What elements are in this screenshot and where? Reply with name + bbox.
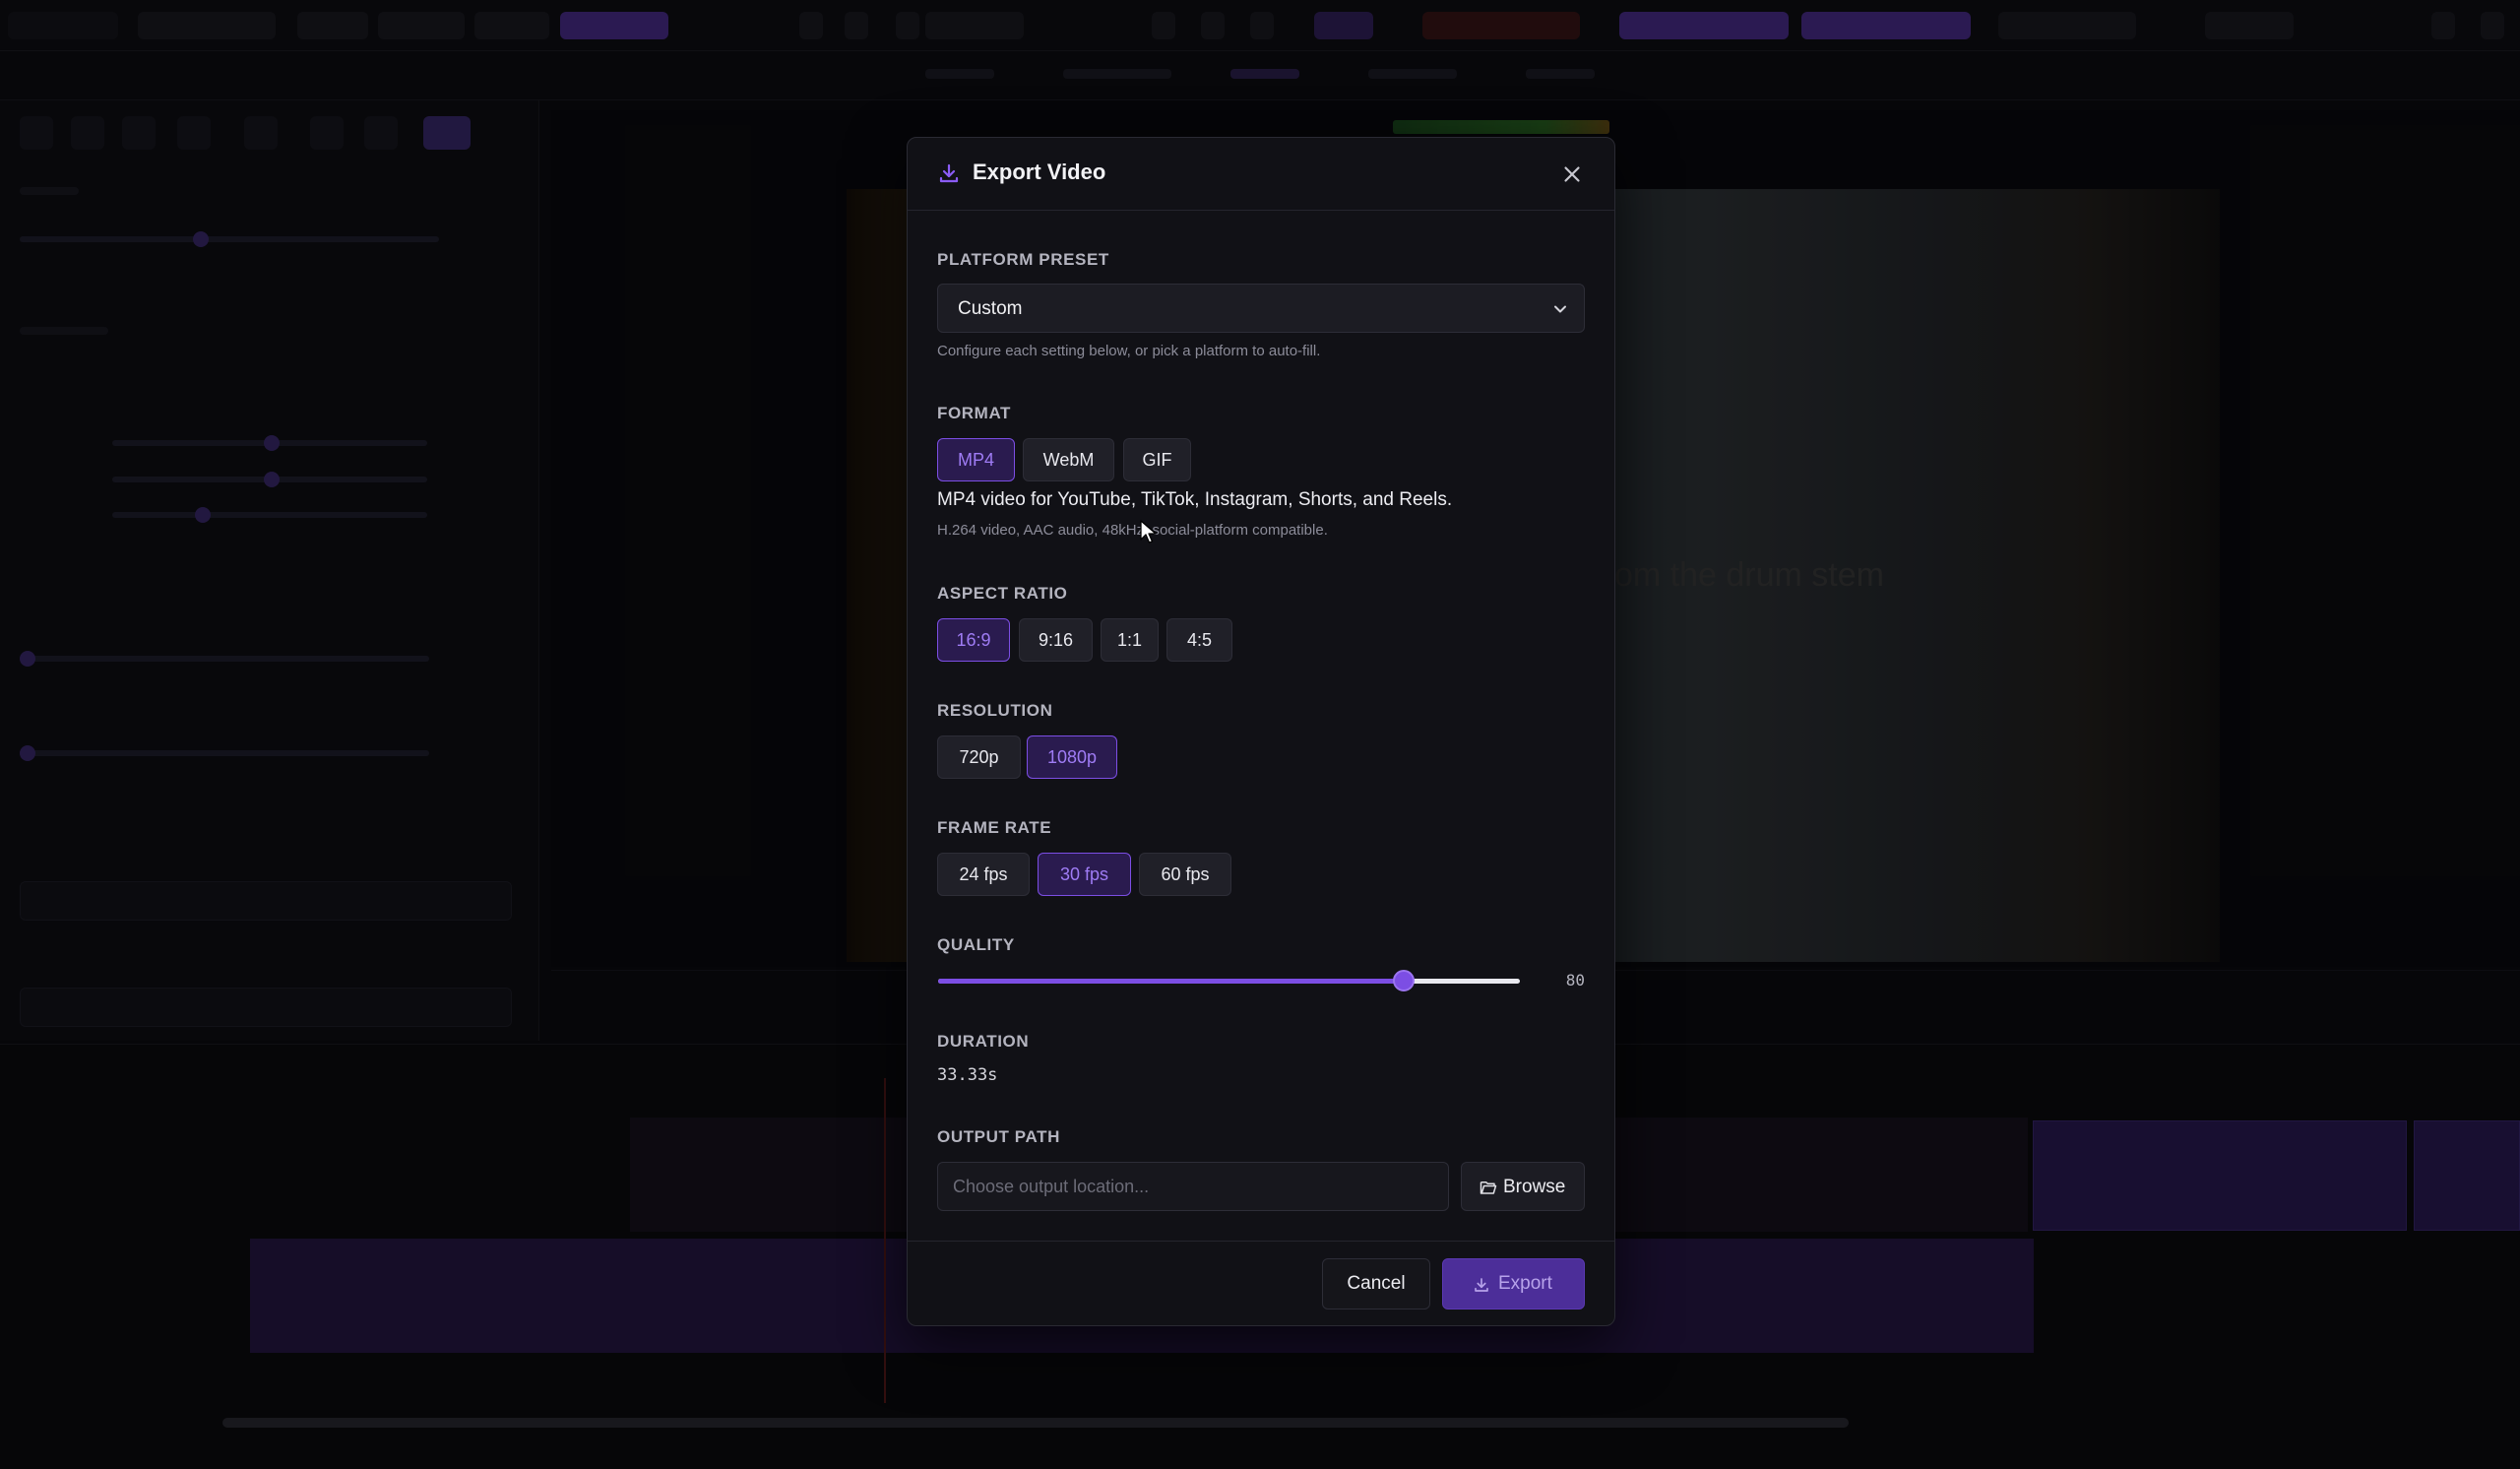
quality-value: 80 — [1565, 971, 1585, 990]
chevron-down-icon — [1554, 305, 1566, 313]
aspect-ratio-label: ASPECT RATIO — [937, 584, 1068, 603]
browse-button[interactable]: Browse — [1461, 1162, 1585, 1211]
duration-value: 33.33s — [937, 1065, 998, 1085]
aspect-option-16-9[interactable]: 16:9 — [937, 618, 1010, 662]
folder-open-icon — [1480, 1182, 1497, 1194]
aspect-option-4-5[interactable]: 4:5 — [1166, 618, 1232, 662]
platform-preset-select[interactable]: Custom — [937, 284, 1585, 333]
output-path-input[interactable] — [937, 1162, 1449, 1211]
frame-rate-label: FRAME RATE — [937, 818, 1052, 837]
format-description: MP4 video for YouTube, TikTok, Instagram… — [937, 489, 1453, 510]
frame-rate-option-24[interactable]: 24 fps — [937, 853, 1030, 896]
download-icon — [1475, 1278, 1488, 1292]
aspect-option-1-1[interactable]: 1:1 — [1101, 618, 1159, 662]
aspect-option-9-16[interactable]: 9:16 — [1019, 618, 1093, 662]
format-label: FORMAT — [937, 404, 1012, 422]
export-dialog: Export Video PLATFORM PRESET Custom Conf… — [907, 137, 1615, 1326]
duration-label: DURATION — [937, 1032, 1030, 1051]
frame-rate-option-30[interactable]: 30 fps — [1038, 853, 1131, 896]
resolution-option-720p[interactable]: 720p — [937, 735, 1021, 779]
platform-preset-hint: Configure each setting below, or pick a … — [937, 343, 1321, 359]
platform-preset-label: PLATFORM PRESET — [937, 250, 1109, 269]
platform-preset-value: Custom — [958, 298, 1023, 319]
output-path-label: OUTPUT PATH — [937, 1127, 1060, 1146]
mouse-cursor-icon — [1140, 520, 1157, 543]
quality-slider[interactable] — [938, 970, 1520, 991]
export-button-label: Export — [1498, 1273, 1552, 1294]
format-option-gif[interactable]: GIF — [1123, 438, 1191, 481]
format-option-webm[interactable]: WebM — [1023, 438, 1114, 481]
export-button[interactable]: Export — [1442, 1258, 1585, 1309]
dialog-title: Export Video — [973, 160, 1106, 184]
format-details: H.264 video, AAC audio, 48kHz, social-pl… — [937, 522, 1328, 539]
close-icon[interactable] — [1559, 161, 1585, 187]
resolution-option-1080p[interactable]: 1080p — [1027, 735, 1117, 779]
cancel-button[interactable]: Cancel — [1322, 1258, 1430, 1309]
quality-slider-thumb[interactable] — [1392, 970, 1415, 991]
quality-slider-fill — [938, 979, 1404, 984]
frame-rate-option-60[interactable]: 60 fps — [1139, 853, 1231, 896]
browse-button-label: Browse — [1503, 1177, 1566, 1197]
dialog-header: Export Video — [908, 138, 1614, 211]
quality-label: QUALITY — [937, 935, 1015, 954]
resolution-label: RESOLUTION — [937, 701, 1053, 720]
format-option-mp4[interactable]: MP4 — [937, 438, 1015, 481]
download-icon — [939, 163, 959, 183]
dialog-footer: Cancel Export — [908, 1241, 1614, 1325]
